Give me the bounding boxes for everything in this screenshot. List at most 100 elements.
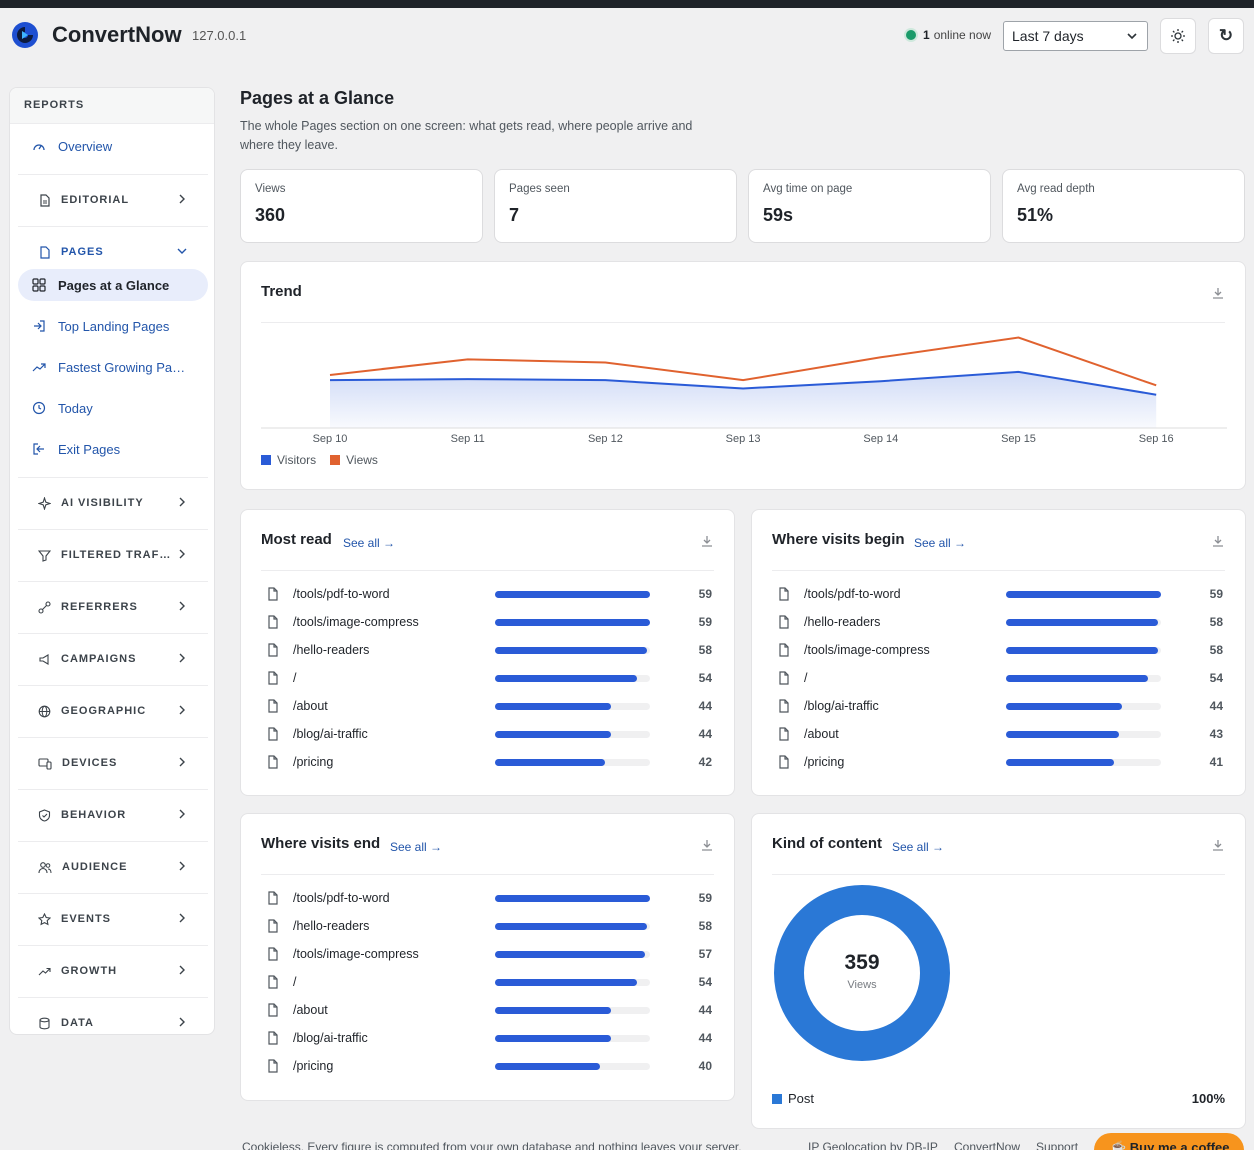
file-icon — [267, 947, 279, 966]
list-item[interactable]: /tools/pdf-to-word 59 — [772, 580, 1225, 608]
sidebar-group-growth[interactable]: GROWTH — [18, 951, 208, 991]
download-icon[interactable] — [1211, 286, 1225, 300]
sidebar-item-top-landing-pages[interactable]: Top Landing Pages — [18, 310, 208, 342]
download-icon[interactable] — [1211, 534, 1225, 548]
file-icon — [778, 615, 790, 634]
see-all-link[interactable]: See all → — [914, 536, 966, 550]
list-item[interactable]: /blog/ai-traffic 44 — [772, 692, 1225, 720]
sidebar-group-editorial[interactable]: EDITORIAL — [18, 180, 208, 220]
list-item[interactable]: /about 44 — [261, 996, 714, 1024]
divider — [261, 322, 1225, 323]
sidebar-item-label: Overview — [58, 138, 113, 154]
list-item[interactable]: /about 43 — [772, 720, 1225, 748]
database-icon — [39, 1017, 50, 1029]
value-bar-fill — [495, 731, 611, 738]
see-all-link[interactable]: See all → — [390, 840, 442, 854]
refresh-button[interactable]: ↻ — [1208, 18, 1244, 54]
list-item[interactable]: /about 44 — [261, 692, 714, 720]
list-item[interactable]: /tools/image-compress 58 — [772, 636, 1225, 664]
sidebar-group-geographic[interactable]: GEOGRAPHIC — [18, 691, 208, 731]
page-count: 58 — [1209, 615, 1223, 629]
value-bar-fill — [495, 895, 650, 902]
download-icon[interactable] — [700, 534, 714, 548]
list-item[interactable]: /pricing 40 — [261, 1052, 714, 1080]
theme-toggle-button[interactable] — [1160, 18, 1196, 54]
list-item[interactable]: /blog/ai-traffic 44 — [261, 720, 714, 748]
stat-value: 360 — [255, 205, 286, 225]
x-tick-label: Sep 13 — [726, 433, 761, 444]
list-item[interactable]: / 54 — [772, 664, 1225, 692]
trend-legend: Visitors Views — [261, 453, 378, 467]
download-icon[interactable] — [700, 838, 714, 852]
sidebar-item-today[interactable]: Today — [18, 392, 208, 424]
list-item[interactable]: / 54 — [261, 664, 714, 692]
sidebar-group-label: AUDIENCE — [62, 861, 128, 873]
file-icon — [778, 643, 790, 662]
footer-link-support[interactable]: Support — [1036, 1140, 1078, 1150]
sidebar-group-campaigns[interactable]: CAMPAIGNS — [18, 639, 208, 679]
value-bar-fill — [495, 619, 650, 626]
sidebar-group-data[interactable]: DATA — [18, 1003, 208, 1034]
chevron-right-icon — [179, 497, 185, 507]
sidebar-item-pages-at-a-glance[interactable]: Pages at a Glance — [18, 269, 208, 301]
page-path: /blog/ai-traffic — [293, 1031, 368, 1045]
sidebar-item-overview[interactable]: Overview — [18, 130, 208, 162]
page-path: /hello-readers — [293, 919, 370, 933]
list-item[interactable]: / 54 — [261, 968, 714, 996]
page-count: 41 — [1209, 755, 1223, 769]
list-item[interactable]: /tools/image-compress 57 — [261, 940, 714, 968]
value-bar-fill — [1006, 703, 1122, 710]
file-icon — [778, 699, 790, 718]
value-bar-fill — [1006, 759, 1114, 766]
page-path: /pricing — [804, 755, 845, 769]
divider — [18, 997, 208, 998]
sidebar-group-devices[interactable]: DEVICES — [18, 743, 208, 783]
megaphone-icon — [39, 653, 49, 665]
card-title: Where visits end — [261, 835, 381, 852]
list-item[interactable]: /tools/image-compress 59 — [261, 608, 714, 636]
buy-me-a-coffee-button[interactable]: ☕ Buy me a coffee — [1094, 1133, 1244, 1150]
stat-label: Avg read depth — [1017, 183, 1095, 195]
convertnow-logo-icon[interactable] — [10, 20, 40, 50]
see-all-link[interactable]: See all → — [892, 840, 944, 854]
date-range-select[interactable]: Last 7 days — [1003, 21, 1148, 51]
footer-link-geolocation[interactable]: IP Geolocation by DB-IP — [808, 1140, 938, 1150]
list-item[interactable]: /tools/pdf-to-word 59 — [261, 580, 714, 608]
list-item[interactable]: /hello-readers 58 — [261, 636, 714, 664]
sidebar-group-events[interactable]: EVENTS — [18, 899, 208, 939]
page-count: 58 — [698, 919, 712, 933]
sidebar-group-pages[interactable]: PAGES — [18, 232, 208, 272]
star-icon — [38, 912, 51, 925]
card-title: Kind of content — [772, 835, 882, 852]
site-host: 127.0.0.1 — [192, 28, 247, 43]
value-bar — [495, 731, 650, 738]
download-icon[interactable] — [1211, 838, 1225, 852]
page-count: 54 — [1209, 671, 1223, 685]
page-count: 59 — [698, 587, 712, 601]
sidebar-item-label: Fastest Growing Pa… — [58, 359, 186, 375]
see-all-link[interactable]: See all → — [343, 536, 395, 550]
sidebar-group-behavior[interactable]: BEHAVIOR — [18, 795, 208, 835]
footer-link-brand[interactable]: ConvertNow — [954, 1140, 1020, 1150]
list-item[interactable]: /hello-readers 58 — [772, 608, 1225, 636]
brand-name[interactable]: ConvertNow — [52, 22, 182, 48]
chevron-down-icon — [177, 248, 187, 254]
list-item[interactable]: /hello-readers 58 — [261, 912, 714, 940]
divider — [18, 581, 208, 582]
value-bar — [495, 923, 650, 930]
page-path: /about — [293, 699, 328, 713]
value-bar-fill — [1006, 591, 1161, 598]
list-item[interactable]: /tools/pdf-to-word 59 — [261, 884, 714, 912]
sidebar: REPORTS Overview EDITORIAL PAGES Pages a… — [9, 87, 215, 1035]
sidebar-group-filtered-traffic[interactable]: FILTERED TRAF… — [18, 535, 208, 575]
list-item[interactable]: /blog/ai-traffic 44 — [261, 1024, 714, 1052]
list-item[interactable]: /pricing 42 — [261, 748, 714, 776]
sidebar-item-fastest-growing-pages[interactable]: Fastest Growing Pa… — [18, 351, 208, 383]
sidebar-group-audience[interactable]: AUDIENCE — [18, 847, 208, 887]
sidebar-group-referrers[interactable]: REFERRERS — [18, 587, 208, 627]
sparkle-icon — [38, 496, 51, 510]
list-item[interactable]: /pricing 41 — [772, 748, 1225, 776]
sidebar-item-exit-pages[interactable]: Exit Pages — [18, 433, 208, 465]
sidebar-group-ai-visibility[interactable]: AI VISIBILITY — [18, 483, 208, 523]
stat-label: Avg time on page — [763, 183, 853, 195]
